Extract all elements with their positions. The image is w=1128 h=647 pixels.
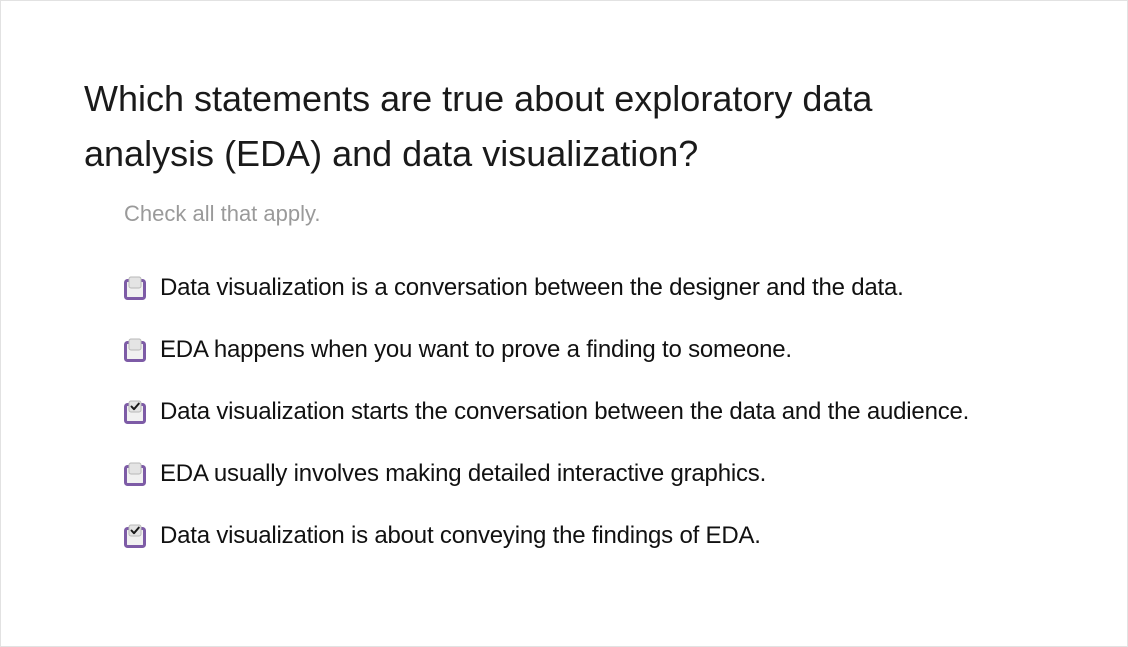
question-title-line1: Which statements are true about explorat… xyxy=(84,78,873,119)
answer-option-4[interactable]: EDA usually involves making detailed int… xyxy=(124,443,969,505)
answer-option-label: EDA happens when you want to prove a fin… xyxy=(160,336,792,363)
answer-option-label: Data visualization starts the conversati… xyxy=(160,398,970,425)
answer-option-3[interactable]: Data visualization starts the conversati… xyxy=(124,381,969,443)
answer-option-label: Data visualization is a conversation bet… xyxy=(160,274,904,301)
checkbox-unchecked-icon[interactable] xyxy=(124,462,146,486)
answer-options-list: Data visualization is a conversation bet… xyxy=(124,263,969,567)
answer-option-2[interactable]: EDA happens when you want to prove a fin… xyxy=(124,319,969,381)
checkbox-checked-icon[interactable] xyxy=(124,524,146,548)
question-title-line2: analysis (EDA) and data visualization? xyxy=(84,133,699,174)
answer-option-label: EDA usually involves making detailed int… xyxy=(160,460,767,487)
answer-option-1[interactable]: Data visualization is a conversation bet… xyxy=(124,257,969,319)
question-card: Which statements are true about explorat… xyxy=(0,0,1128,647)
question-title: Which statements are true about explorat… xyxy=(84,71,984,181)
question-instructions: Check all that apply. xyxy=(124,201,321,226)
answer-option-5[interactable]: Data visualization is about conveying th… xyxy=(124,505,969,567)
answer-option-label: Data visualization is about conveying th… xyxy=(160,522,761,549)
checkbox-unchecked-icon[interactable] xyxy=(124,338,146,362)
checkbox-unchecked-icon[interactable] xyxy=(124,276,146,300)
checkbox-checked-icon[interactable] xyxy=(124,400,146,424)
